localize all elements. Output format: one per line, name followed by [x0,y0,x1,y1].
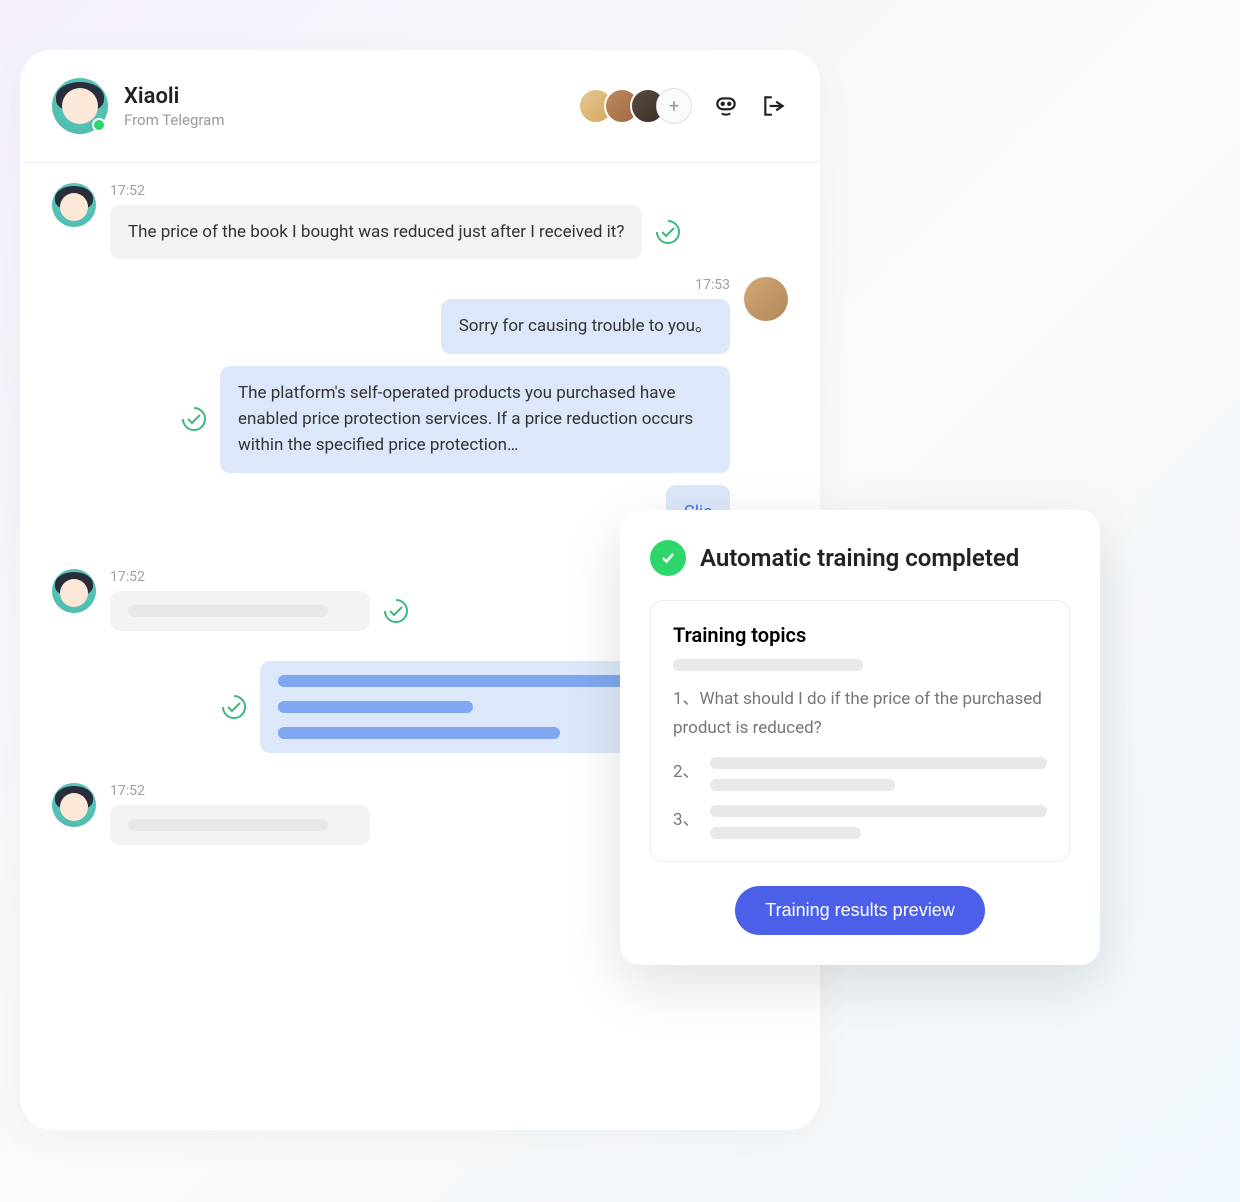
skeleton-line [710,827,862,839]
contact-avatar[interactable] [52,78,108,134]
bot-icon[interactable] [712,92,740,120]
message-incoming: 17:52 The price of the book I bought was… [52,183,788,259]
message-bubble: The platform's self-operated products yo… [220,366,730,473]
skeleton-line [710,757,1047,769]
training-header: Automatic training completed [650,540,1070,576]
message-outgoing: 17:53 Sorry for causing trouble to you。 [52,277,788,353]
topics-box: Training topics 1、What should I do if th… [650,600,1070,862]
message-bubble: The price of the book I bought was reduc… [110,205,642,259]
training-preview-button[interactable]: Training results preview [735,886,984,935]
topic-number: 3、 [673,805,700,830]
participant-avatars[interactable]: + [578,88,692,124]
skeleton-line [673,659,863,671]
check-icon [382,597,410,625]
contact-name: Xiaoli [124,84,578,109]
skeleton-line [710,805,1047,817]
message-bubble: Sorry for causing trouble to you。 [441,299,730,353]
training-title: Automatic training completed [700,544,1019,572]
topic-item: 3、 [673,805,1047,839]
message-time: 17:52 [110,183,682,199]
add-participant-button[interactable]: + [656,88,692,124]
plus-icon: + [669,96,679,117]
skeleton-bubble [110,591,370,631]
skeleton-bubble [110,805,370,845]
message-avatar [52,783,96,827]
header-actions: + [578,88,788,124]
check-icon [220,693,248,721]
message-avatar [52,183,96,227]
check-icon [654,218,682,246]
message-outgoing: The platform's self-operated products yo… [52,366,788,473]
topic-item: 1、What should I do if the price of the p… [673,685,1047,743]
message-time: 17:53 [441,277,730,293]
chat-header: Xiaoli From Telegram + [20,50,820,163]
skeleton-line [710,779,896,791]
check-icon [180,405,208,433]
topics-label: Training topics [673,623,1047,647]
contact-source: From Telegram [124,111,578,129]
success-check-icon [650,540,686,576]
exit-icon[interactable] [760,92,788,120]
message-avatar [52,569,96,613]
online-status-dot [92,118,106,132]
message-time: 17:52 [110,569,410,585]
topic-number: 2、 [673,757,700,782]
agent-avatar [744,277,788,321]
message-time: 17:52 [110,783,370,799]
topic-item: 2、 [673,757,1047,791]
training-panel: Automatic training completed Training to… [620,510,1100,965]
contact-info: Xiaoli From Telegram [124,84,578,129]
